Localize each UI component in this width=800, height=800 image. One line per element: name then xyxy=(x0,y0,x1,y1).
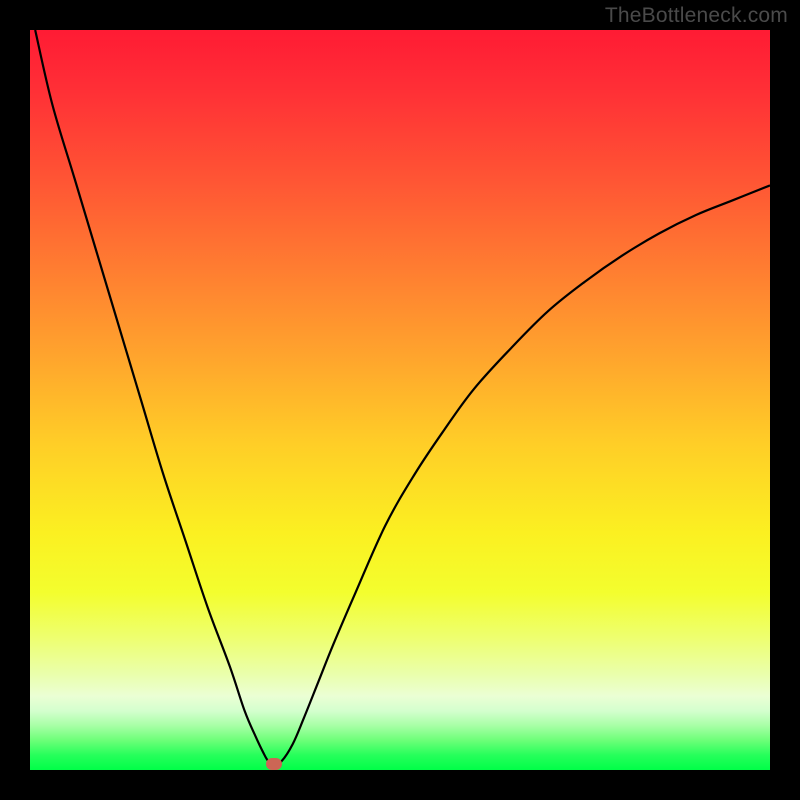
minimum-marker xyxy=(266,758,282,770)
chart-curve xyxy=(30,30,770,770)
chart-frame xyxy=(30,30,770,770)
curve-path xyxy=(35,30,770,764)
credit-text: TheBottleneck.com xyxy=(605,4,788,28)
